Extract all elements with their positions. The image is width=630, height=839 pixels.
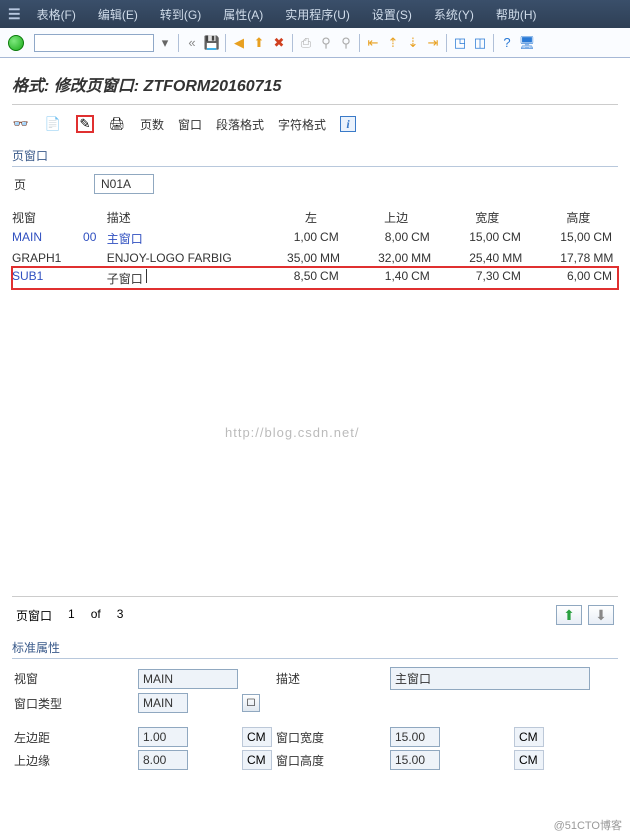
- page-label: 页: [14, 176, 84, 193]
- page-down-icon[interactable]: ⇣: [404, 34, 422, 52]
- attr-type-help-button[interactable]: ☐: [242, 694, 260, 712]
- watermark: http://blog.csdn.net/: [225, 425, 359, 440]
- menu-settings[interactable]: 设置(S): [362, 2, 422, 27]
- attr-desc-label: 描述: [276, 670, 386, 687]
- cancel-icon[interactable]: ✖: [270, 34, 288, 52]
- chevrons-left-icon[interactable]: «: [183, 34, 201, 52]
- menu-edit[interactable]: 编辑(E): [88, 2, 148, 27]
- col-desc: 描述: [107, 209, 254, 226]
- attr-type-label: 窗口类型: [14, 695, 134, 712]
- attr-window-label: 视窗: [14, 670, 134, 687]
- tab-window[interactable]: 窗口: [178, 116, 202, 133]
- attr-tmargin-label: 上边缘: [14, 752, 134, 769]
- save-icon[interactable]: 💾: [203, 34, 221, 52]
- pager-next-button[interactable]: ⬇: [588, 605, 614, 625]
- attr-lmargin-unit: CM: [242, 727, 272, 747]
- attr-desc-value[interactable]: 主窗口: [390, 667, 590, 690]
- menubar: ☰ 表格(F) 编辑(E) 转到(G) 属性(A) 实用程序(U) 设置(S) …: [0, 0, 630, 28]
- menu-tables[interactable]: 表格(F): [27, 2, 86, 27]
- page-last-icon[interactable]: ⇥: [424, 34, 442, 52]
- pager-total: 3: [117, 607, 124, 624]
- section-attributes: 标准属性: [12, 637, 618, 659]
- attr-wwidth-label: 窗口宽度: [276, 729, 386, 746]
- table-row[interactable]: GRAPH1 ENJOY-LOGO FARBIG 35,00MM 32,00MM…: [12, 249, 618, 267]
- app-menu-icon[interactable]: ☰: [4, 6, 25, 23]
- tab-pages[interactable]: 页数: [140, 116, 164, 133]
- layout-icon[interactable]: 🖥: [518, 34, 536, 52]
- exit-icon[interactable]: ⬆: [250, 34, 268, 52]
- pager-label: 页窗口: [16, 607, 52, 624]
- footer-mark: @51CTO博客: [554, 817, 622, 833]
- col-height: 高度: [527, 209, 593, 226]
- col-left: 左: [254, 209, 320, 226]
- window-table: 视窗 描述 左 上边 宽度 高度 MAIN 00 主窗口 1,00CM 8,00…: [12, 207, 618, 597]
- attr-tmargin-value[interactable]: 8.00: [138, 750, 188, 770]
- page-title: 格式: 修改页窗口: ZTFORM20160715: [12, 68, 618, 105]
- tab-paragraph[interactable]: 段落格式: [216, 116, 264, 133]
- page-value[interactable]: N01A: [94, 174, 154, 194]
- attr-type-value[interactable]: MAIN: [138, 693, 188, 713]
- help-icon[interactable]: ?: [498, 34, 516, 52]
- menu-attr[interactable]: 属性(A): [213, 2, 273, 27]
- ok-icon[interactable]: [8, 35, 24, 51]
- command-field[interactable]: [34, 34, 154, 52]
- table-row[interactable]: MAIN 00 主窗口 1,00CM 8,00CM 15,00CM 15,00C…: [12, 228, 618, 249]
- create-icon[interactable]: 📄: [44, 115, 62, 133]
- attr-wwidth-unit: CM: [514, 727, 544, 747]
- attr-lmargin-value[interactable]: 1.00: [138, 727, 188, 747]
- attr-window-value[interactable]: MAIN: [138, 669, 238, 689]
- print-icon[interactable]: ⎙: [297, 34, 315, 52]
- pager-prev-button[interactable]: ⬆: [556, 605, 582, 625]
- attr-wwidth-value[interactable]: 15.00: [390, 727, 440, 747]
- dropdown-icon[interactable]: ▾: [156, 34, 174, 52]
- shortcut-icon[interactable]: ◫: [471, 34, 489, 52]
- find-icon[interactable]: ⚲: [317, 34, 335, 52]
- pager-current: 1: [68, 607, 75, 624]
- menu-help[interactable]: 帮助(H): [486, 2, 547, 27]
- page-first-icon[interactable]: ⇤: [364, 34, 382, 52]
- find-next-icon[interactable]: ⚲: [337, 34, 355, 52]
- col-window: 视窗: [12, 209, 83, 226]
- attr-lmargin-label: 左边距: [14, 729, 134, 746]
- app-toolbar: 👓 📄 ✎ 🖨 页数 窗口 段落格式 字符格式 i: [12, 111, 618, 137]
- system-toolbar: ▾ « 💾 ◀ ⬆ ✖ ⎙ ⚲ ⚲ ⇤ ⇡ ⇣ ⇥ ◳ ◫ ? 🖥: [0, 28, 630, 58]
- table-row[interactable]: SUB1 子窗口 8,50CM 1,40CM 7,30CM 6,00CM: [12, 267, 618, 289]
- attr-wheight-unit: CM: [514, 750, 544, 770]
- attr-wheight-value[interactable]: 15.00: [390, 750, 440, 770]
- new-session-icon[interactable]: ◳: [451, 34, 469, 52]
- edit-icon[interactable]: ✎: [76, 115, 94, 133]
- info-icon[interactable]: i: [340, 116, 356, 132]
- menu-system[interactable]: 系统(Y): [424, 2, 484, 27]
- print-preview-icon[interactable]: 🖨: [108, 115, 126, 133]
- col-top: 上边: [345, 209, 411, 226]
- col-width: 宽度: [436, 209, 502, 226]
- attr-wheight-label: 窗口高度: [276, 752, 386, 769]
- menu-util[interactable]: 实用程序(U): [275, 2, 360, 27]
- tab-character[interactable]: 字符格式: [278, 116, 326, 133]
- section-page-window: 页窗口: [12, 145, 618, 167]
- pager-of: of: [91, 607, 101, 624]
- back-icon[interactable]: ◀: [230, 34, 248, 52]
- menu-goto[interactable]: 转到(G): [150, 2, 211, 27]
- page-up-icon[interactable]: ⇡: [384, 34, 402, 52]
- display-icon[interactable]: 👓: [12, 115, 30, 133]
- attr-tmargin-unit: CM: [242, 750, 272, 770]
- pager: 页窗口 1 of 3 ⬆ ⬇: [12, 597, 618, 631]
